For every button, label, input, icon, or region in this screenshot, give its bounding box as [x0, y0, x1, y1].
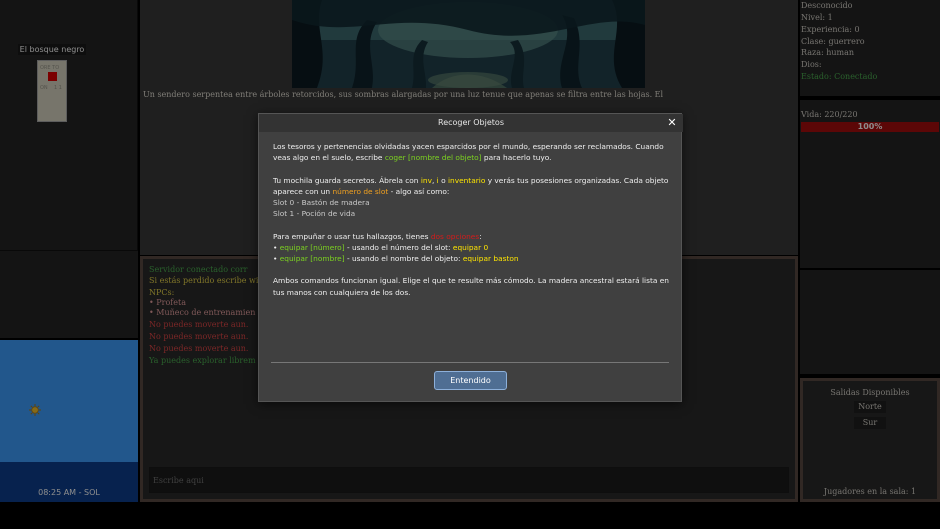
- text: :: [479, 231, 482, 241]
- dialog-body: Los tesoros y pertenencias olvidadas yac…: [273, 141, 669, 309]
- slot-example: Slot 1 - Poción de vida: [273, 209, 356, 219]
- text: - usando el nombre del objeto:: [344, 254, 463, 263]
- command-text: inventario: [447, 175, 486, 185]
- text: Para empuñar o usar tus hallazgos, tiene…: [273, 231, 431, 241]
- bullet: •: [273, 254, 280, 263]
- slot-example: Slot 0 - Bastón de madera: [273, 198, 370, 207]
- dialog-header: Recoger Objetos ✕: [259, 114, 683, 132]
- command-example: equipar 0: [452, 242, 489, 252]
- dialog-divider: [271, 362, 669, 363]
- understood-button[interactable]: Entendido: [434, 371, 507, 390]
- text: Tu mochila guarda secretos. Ábrela con: [273, 175, 421, 185]
- command-example: equipar baston: [462, 254, 519, 263]
- command-text: coger [nombre del objeto]: [384, 153, 482, 163]
- paragraph-pickup: Los tesoros y pertenencias olvidadas yac…: [273, 141, 669, 163]
- command-text: equipar [número]: [279, 242, 345, 252]
- text: - algo así como:: [388, 186, 450, 196]
- command-text: inv: [420, 175, 432, 185]
- paragraph-closing: Ambos comandos funcionan igual. Elige el…: [273, 276, 669, 297]
- text: - usando el número del slot:: [344, 242, 453, 252]
- pickup-help-dialog: Recoger Objetos ✕ Los tesoros y pertenen…: [258, 113, 683, 402]
- text: o: [438, 175, 448, 185]
- dialog-title: Recoger Objetos: [438, 118, 504, 127]
- bullet: •: [273, 242, 280, 252]
- paragraph-inventory: Tu mochila guarda secretos. Ábrela con i…: [273, 175, 669, 220]
- paragraph-equip: Para empuñar o usar tus hallazgos, tiene…: [273, 231, 669, 265]
- close-icon[interactable]: ✕: [666, 117, 678, 129]
- command-text: equipar [nombre]: [279, 254, 345, 263]
- highlight-text: dos opciones: [430, 231, 480, 241]
- text: para hacerlo tuyo.: [481, 153, 552, 163]
- highlight-text: número de slot: [332, 186, 389, 196]
